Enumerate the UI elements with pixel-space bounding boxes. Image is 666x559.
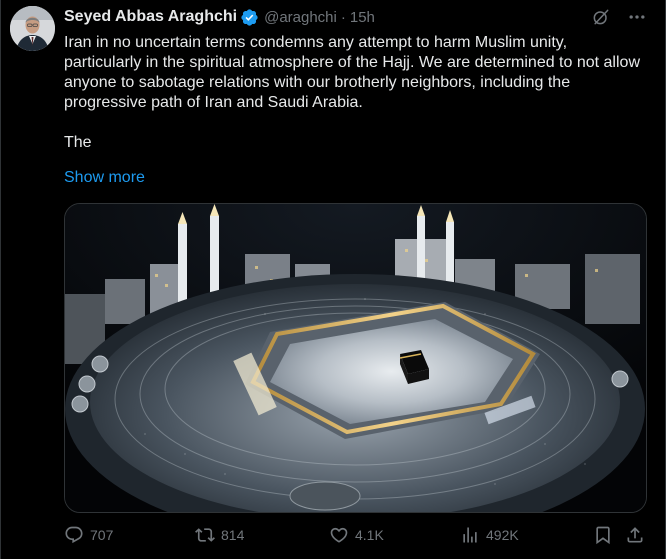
tweet-header: Seyed Abbas Araghchi @araghchi · 15h — [64, 6, 375, 28]
bookmark-button[interactable] — [593, 525, 613, 545]
tweet-paragraph: The — [64, 134, 92, 151]
views-button[interactable]: 492K — [460, 525, 519, 545]
tweet-action-bar: 707 814 4.1K 492K — [64, 525, 647, 549]
retweet-icon — [195, 528, 215, 542]
mecca-photo — [65, 204, 646, 512]
bookmark-icon — [596, 526, 610, 545]
more-options-icon[interactable] — [627, 7, 647, 27]
tweet-top-actions — [591, 7, 647, 27]
like-button[interactable]: 4.1K — [329, 525, 384, 545]
reply-button[interactable]: 707 — [64, 525, 113, 545]
avatar-image — [10, 6, 55, 51]
retweet-count: 814 — [221, 527, 245, 543]
like-count: 4.1K — [355, 527, 384, 543]
author-handle[interactable]: @araghchi — [264, 9, 337, 26]
verified-badge-icon[interactable] — [240, 8, 259, 27]
share-button[interactable] — [625, 525, 645, 545]
tweet-timestamp[interactable]: 15h — [350, 9, 375, 26]
author-display-name[interactable]: Seyed Abbas Araghchi — [64, 8, 237, 26]
tweet-media-image[interactable] — [64, 203, 647, 513]
reply-icon — [65, 526, 83, 544]
retweet-button[interactable]: 814 — [195, 525, 244, 545]
grok-icon[interactable] — [591, 7, 611, 27]
tweet-paragraph: Iran in no uncertain terms condemns any … — [64, 34, 640, 111]
views-icon — [463, 527, 477, 543]
views-count: 492K — [486, 527, 519, 543]
share-icon — [627, 527, 643, 543]
avatar[interactable] — [10, 6, 55, 51]
tweet-card[interactable]: Seyed Abbas Araghchi @araghchi · 15h Ira… — [0, 0, 666, 559]
tweet-text: Iran in no uncertain terms condemns any … — [64, 33, 644, 153]
separator-dot: · — [340, 8, 346, 26]
like-icon — [330, 527, 348, 543]
show-more-link[interactable]: Show more — [64, 168, 145, 188]
reply-count: 707 — [90, 527, 114, 543]
